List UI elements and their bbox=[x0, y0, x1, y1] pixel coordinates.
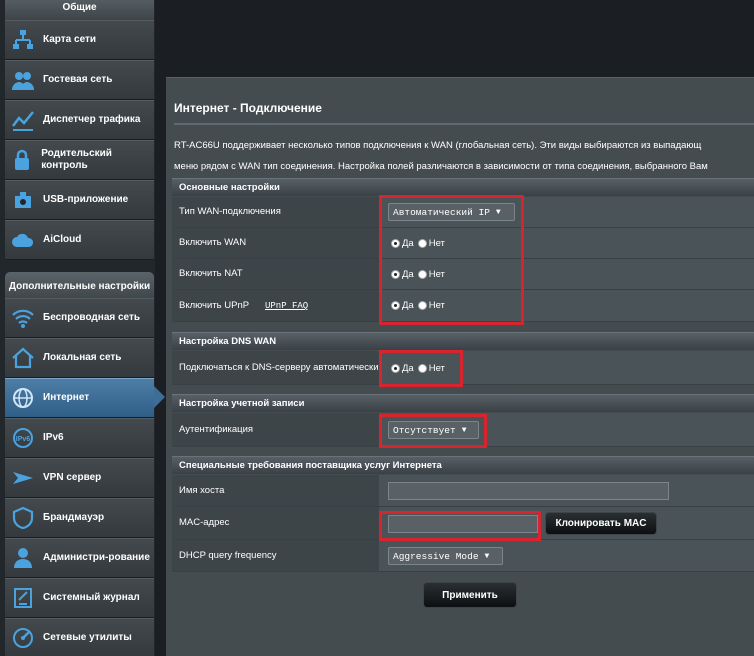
sidebar-item-label: AiCloud bbox=[43, 234, 82, 245]
description-line-1: RT-AC66U поддерживает несколько типов по… bbox=[174, 140, 702, 151]
aicloud-icon bbox=[8, 225, 38, 255]
hostname-input[interactable] bbox=[388, 482, 669, 500]
traffic-manager-icon bbox=[8, 105, 38, 135]
advanced-section-heading: Дополнительные настройки bbox=[5, 272, 154, 300]
sidebar-item-wireless[interactable]: Беспроводная сеть bbox=[5, 298, 154, 338]
highlight-box-mac-address bbox=[379, 511, 541, 541]
chevron-down-icon: ▼ bbox=[484, 551, 490, 561]
page-description: RT-AC66U поддерживает несколько типов по… bbox=[174, 135, 754, 177]
sidebar-item-lan[interactable]: Локальная сеть bbox=[5, 338, 154, 378]
parental-control-icon bbox=[8, 145, 36, 175]
dns-settings-heading: Настройка DNS WAN bbox=[172, 332, 754, 350]
sidebar-item-label: Администри-рование bbox=[43, 552, 150, 563]
sidebar-item-label: Карта сети bbox=[43, 34, 97, 45]
svg-text:IPv6: IPv6 bbox=[16, 436, 31, 443]
sidebar-item-network-map[interactable]: Карта сети bbox=[5, 20, 154, 60]
lan-home-icon bbox=[8, 343, 38, 373]
enable-nat-label: Включить NAT bbox=[172, 259, 379, 289]
firewall-icon bbox=[8, 503, 38, 533]
sidebar-item-administration[interactable]: Администри-рование bbox=[5, 538, 154, 578]
admin-icon bbox=[8, 543, 38, 573]
page-title: Интернет - Подключение bbox=[174, 101, 322, 115]
internet-globe-icon bbox=[8, 383, 38, 413]
usb-app-icon bbox=[8, 185, 38, 215]
sidebar-item-label: Сетевые утилиты bbox=[43, 632, 132, 643]
system-log-icon bbox=[8, 583, 38, 613]
sidebar-item-label: Брандмауэр bbox=[43, 512, 105, 523]
wireless-icon bbox=[8, 303, 38, 333]
auth-label: Аутентификация bbox=[172, 413, 379, 446]
dhcp-frequency-value: Aggressive Mode bbox=[393, 550, 479, 562]
wan-type-label: Тип WAN-подключения bbox=[172, 197, 379, 227]
clone-mac-button[interactable]: Клонировать MAC bbox=[545, 512, 657, 535]
guest-network-icon bbox=[8, 65, 38, 95]
sidebar-item-label: Диспетчер трафика bbox=[43, 114, 141, 125]
auto-dns-label: Подключаться к DNS-серверу автоматически bbox=[172, 351, 379, 384]
sidebar-item-ipv6[interactable]: IPv6 IPv6 bbox=[5, 418, 154, 458]
sidebar-item-label: IPv6 bbox=[43, 432, 64, 443]
network-map-icon bbox=[8, 25, 38, 55]
sidebar: Общие Карта сети Гостевая сеть Диспетчер… bbox=[0, 0, 165, 656]
ipv6-icon: IPv6 bbox=[8, 423, 38, 453]
sidebar-item-label: Беспроводная сеть bbox=[43, 312, 141, 323]
sidebar-item-parental-control[interactable]: Родительский контроль bbox=[5, 140, 154, 180]
network-tools-icon bbox=[8, 623, 38, 653]
sidebar-item-usb-app[interactable]: USB-приложение bbox=[5, 180, 154, 220]
title-divider bbox=[174, 123, 754, 125]
sidebar-item-label: VPN сервер bbox=[43, 472, 102, 483]
highlight-box-auto-dns bbox=[379, 350, 463, 387]
sidebar-item-label: Гостевая сеть bbox=[43, 74, 113, 85]
sidebar-item-network-tools[interactable]: Сетевые утилиты bbox=[5, 618, 154, 656]
dhcp-frequency-label: DHCP query frequency bbox=[172, 540, 379, 571]
sidebar-item-firewall[interactable]: Брандмауэр bbox=[5, 498, 154, 538]
highlight-box-basic-settings bbox=[379, 195, 524, 325]
dhcp-frequency-select[interactable]: Aggressive Mode ▼ bbox=[388, 547, 503, 565]
sidebar-item-label: Интернет bbox=[43, 392, 90, 403]
sidebar-item-internet[interactable]: Интернет bbox=[5, 378, 154, 418]
isp-requirements-heading: Специальные требования поставщика услуг … bbox=[172, 456, 754, 474]
sidebar-item-aicloud[interactable]: AiCloud bbox=[5, 220, 154, 260]
sidebar-item-label: USB-приложение bbox=[43, 194, 129, 205]
mac-label: MAC-адрес bbox=[172, 507, 379, 539]
dhcp-frequency-row: DHCP query frequency Aggressive Mode ▼ bbox=[172, 540, 754, 572]
enable-wan-label: Включить WAN bbox=[172, 228, 379, 258]
vpn-icon bbox=[8, 463, 38, 493]
upnp-faq-link[interactable]: UPnP FAQ bbox=[265, 300, 308, 312]
auto-dns-row: Подключаться к DNS-серверу автоматически… bbox=[172, 351, 754, 385]
basic-settings-heading: Основные настройки bbox=[172, 178, 754, 196]
hostname-row: Имя хоста bbox=[172, 475, 754, 507]
sidebar-item-traffic-manager[interactable]: Диспетчер трафика bbox=[5, 100, 154, 140]
sidebar-item-label: Локальная сеть bbox=[43, 352, 122, 363]
hostname-label: Имя хоста bbox=[172, 475, 379, 506]
apply-button[interactable]: Применить bbox=[423, 582, 517, 608]
sidebar-item-label: Системный журнал bbox=[43, 592, 140, 603]
general-section-heading: Общие bbox=[5, 0, 154, 20]
description-line-2: меню рядом с WAN тип соединения. Настрой… bbox=[174, 161, 708, 172]
account-settings-heading: Настройка учетной записи bbox=[172, 394, 754, 412]
highlight-box-authentication bbox=[379, 414, 487, 448]
sidebar-item-system-log[interactable]: Системный журнал bbox=[5, 578, 154, 618]
sidebar-item-guest-network[interactable]: Гостевая сеть bbox=[5, 60, 154, 100]
sidebar-item-label: Родительский контроль bbox=[41, 148, 112, 171]
active-item-arrow bbox=[154, 386, 165, 408]
enable-upnp-label: Включить UPnP bbox=[179, 299, 250, 311]
main-panel: Интернет - Подключение RT-AC66U поддержи… bbox=[166, 77, 754, 656]
sidebar-item-vpn[interactable]: VPN сервер bbox=[5, 458, 154, 498]
